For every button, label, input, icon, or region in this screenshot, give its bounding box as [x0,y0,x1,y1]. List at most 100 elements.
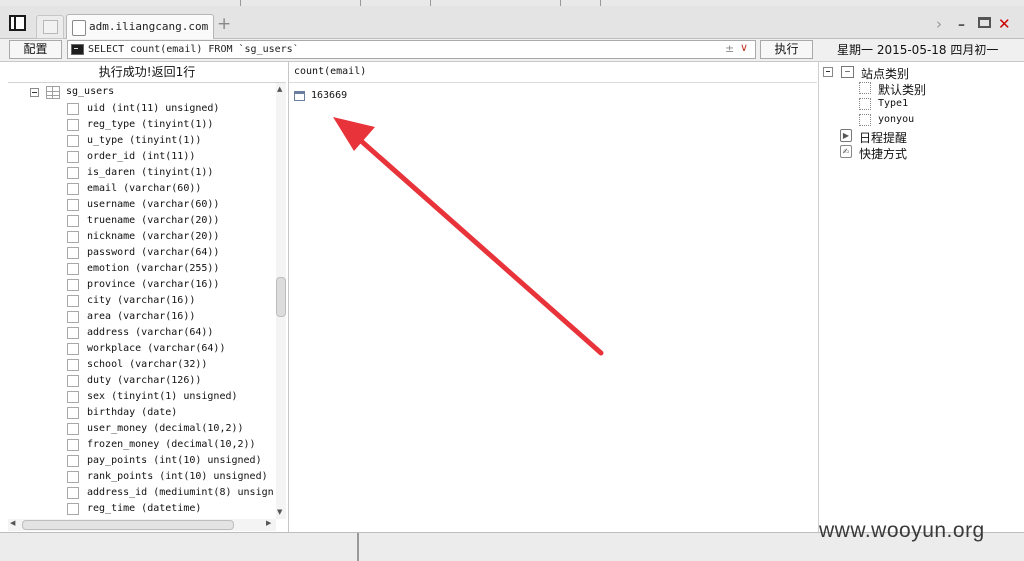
blank-page-icon [43,20,58,34]
table-grid-icon [46,86,60,99]
result-panel: count(email) 163669 [289,62,817,532]
column-label: area (varchar(16)) [87,311,196,322]
collapse-icon[interactable] [823,67,833,77]
sql-input[interactable] [88,41,728,58]
checkbox-icon[interactable] [67,423,79,435]
checkbox-icon[interactable] [67,103,79,115]
sql-box: ± ∨ [67,40,756,59]
checkbox-icon[interactable] [67,471,79,483]
column-label: city (varchar(16)) [87,295,196,306]
toolbar: 配置 ± ∨ 执行 星期一 2015-05-18 四月初一 [0,39,1024,62]
checkbox-icon[interactable] [67,279,79,291]
red-arrow-annotation [333,117,604,356]
plus-minus-icon[interactable]: ± [725,42,734,55]
column-label: truename (varchar(20)) [87,215,220,226]
checkbox-icon[interactable] [67,311,79,323]
checkbox-icon[interactable] [67,247,79,259]
column-label: frozen_money (decimal(10,2)) [87,439,256,450]
tree-item-default-category[interactable]: 默认类别 [859,80,1009,97]
checkbox-icon[interactable] [67,199,79,211]
checkbox-icon[interactable] [67,407,79,419]
history-dropdown-icon[interactable]: ∨ [740,41,748,54]
column-label: birthday (date) [87,407,178,418]
column-label: emotion (varchar(255)) [87,263,220,274]
scroll-up-icon[interactable]: ▲ [277,85,282,93]
column-label: pay_points (int(10) unsigned) [87,455,262,466]
column-label: school (varchar(32)) [87,359,208,370]
column-label: address (varchar(64)) [87,327,214,338]
column-label: u_type (tinyint(1)) [87,135,202,146]
table-name: sg_users [66,86,115,97]
minimize-button[interactable]: – [958,17,965,33]
vertical-scrollbar[interactable]: ▲ ▼ [276,83,286,519]
schema-tree: sg_users uid (int(11) unsigned) reg_type … [8,83,276,517]
column-label: duty (varchar(126)) [87,375,202,386]
horizontal-scrollbar[interactable]: ◀ ▶ [8,519,276,531]
column-label: address_id (mediumint(8) unsign [87,487,274,498]
item-icon [859,82,871,94]
checkbox-icon[interactable] [67,359,79,371]
item-icon [859,114,871,126]
column-label: workplace (varchar(64)) [87,343,226,354]
checkbox-icon[interactable] [67,215,79,227]
tree-item-type1[interactable]: Type1 [859,96,1009,112]
column-label: username (varchar(60)) [87,199,220,210]
column-label: email (varchar(60)) [87,183,202,194]
site-panel: 站点类别 默认类别 Type1 yonyou ▶ 日程提醒 ✍ 快捷方式 [818,62,1024,532]
scrollbar-thumb[interactable] [22,520,234,530]
column-label: reg_type (tinyint(1)) [87,119,214,130]
new-tab-button[interactable]: + [217,15,231,33]
checkbox-icon[interactable] [67,327,79,339]
page-icon [72,20,86,36]
checkbox-icon[interactable] [67,183,79,195]
close-button[interactable]: ✕ [998,15,1011,33]
column-label: rank_points (int(10) unsigned) [87,471,268,482]
item-icon [859,98,871,110]
maximize-button[interactable] [978,17,991,28]
config-button[interactable]: 配置 [9,40,62,59]
column-label: reg_time (datetime) [87,503,202,514]
tree-item-schedule[interactable]: ▶ 日程提醒 [840,128,990,145]
checkbox-icon[interactable] [67,135,79,147]
schema-tree-panel: 执行成功!返回1行 sg_users uid (int(11) unsigned… [8,62,289,532]
scroll-left-icon[interactable]: ◀ [10,519,15,527]
column-label: is_daren (tinyint(1)) [87,167,214,178]
tab-title: adm.iliangcang.com [89,20,209,33]
terminal-icon [71,44,84,55]
checkbox-icon[interactable] [67,503,79,515]
checkbox-icon[interactable] [67,295,79,307]
shortcut-icon: ✍ [840,145,852,158]
column-label: province (varchar(16)) [87,279,220,290]
calendar-date: 星期一 2015-05-18 四月初一 [837,43,999,57]
schedule-icon: ▶ [840,129,852,142]
checkbox-icon[interactable] [67,119,79,131]
tab-bar: adm.iliangcang.com + › – ✕ [0,6,1024,40]
tab-active[interactable]: adm.iliangcang.com [66,14,214,40]
tree-item-site-category[interactable]: 站点类别 [823,64,1013,81]
scroll-down-icon[interactable]: ▼ [277,508,282,516]
checkbox-icon[interactable] [67,263,79,275]
chevron-right-icon[interactable]: › [936,15,942,33]
checkbox-icon[interactable] [67,231,79,243]
column-label: user_money (decimal(10,2)) [87,423,244,434]
checkbox-icon[interactable] [67,343,79,355]
scrollbar-thumb[interactable] [276,277,286,317]
watermark: www.wooyun.org [819,519,985,542]
checkbox-icon[interactable] [67,375,79,387]
checkbox-icon[interactable] [67,391,79,403]
panel-toggle-icon[interactable] [9,15,26,31]
scroll-right-icon[interactable]: ▶ [266,519,271,527]
checkbox-icon[interactable] [67,455,79,467]
tree-item-shortcut[interactable]: ✍ 快捷方式 [840,144,990,161]
checkbox-icon[interactable] [67,151,79,163]
tree-item-yonyou[interactable]: yonyou [859,112,1009,128]
collapse-icon[interactable] [30,88,39,97]
execute-button[interactable]: 执行 [760,40,813,59]
checkbox-icon[interactable] [67,487,79,499]
folder-icon [841,66,854,78]
column-label: uid (int(11) unsigned) [87,103,220,114]
tab-inactive[interactable] [36,15,64,39]
column-label: order_id (int(11)) [87,151,196,162]
checkbox-icon[interactable] [67,439,79,451]
checkbox-icon[interactable] [67,167,79,179]
